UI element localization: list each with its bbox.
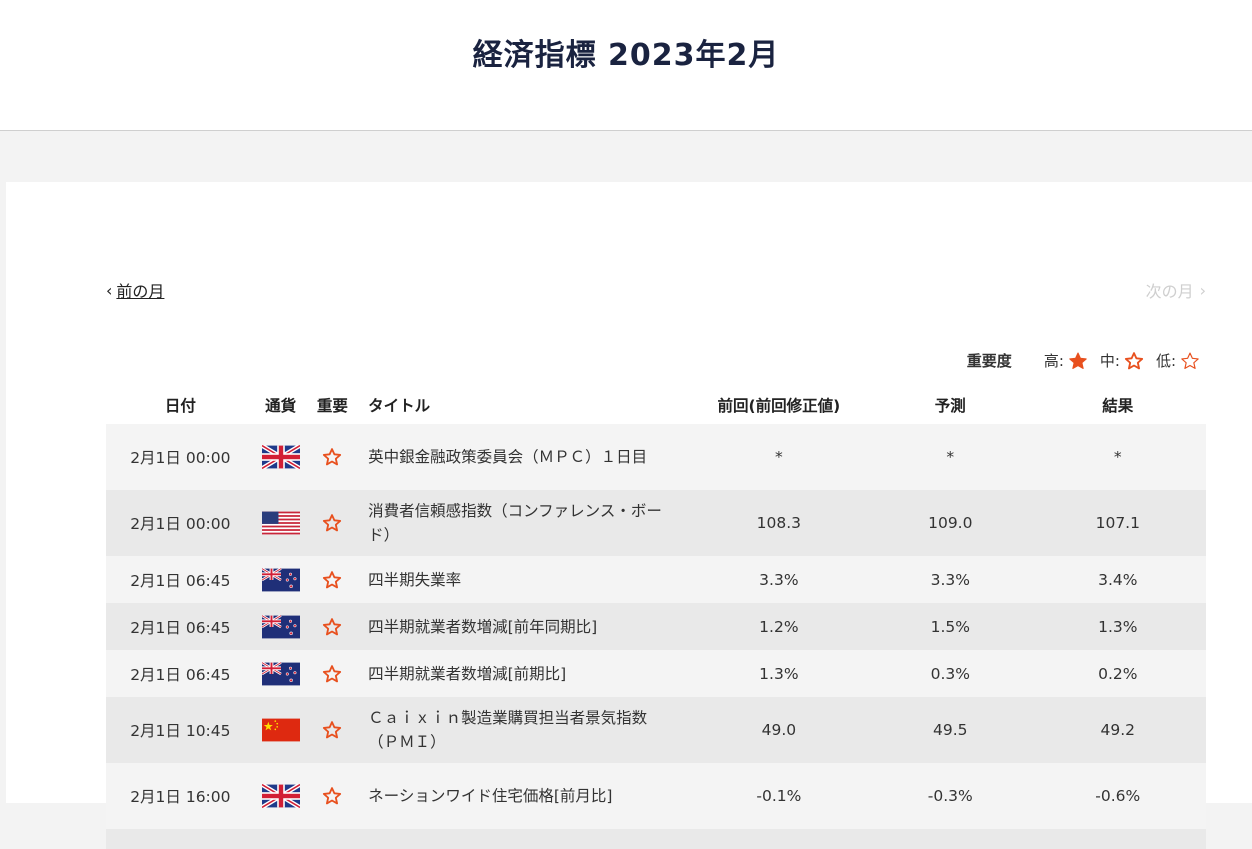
header-result: 結果 bbox=[1102, 397, 1134, 415]
row-date: 2月1日 16:00 bbox=[130, 788, 231, 806]
row-date: 2月1日 00:00 bbox=[130, 449, 231, 467]
row-forecast: * bbox=[946, 448, 955, 466]
table-row: 2月1日 06:45 四半期就業者数増減[前年同期比] 1.2% 1.5% 1.3% bbox=[106, 603, 1206, 650]
row-forecast: 0.3% bbox=[930, 664, 970, 683]
table-row: 2月1日 06:45 四半期失業率 3.3% 3.3% 3.4% bbox=[106, 556, 1206, 603]
economic-indicators-table: 日付 通貨 重要 タイトル 前回(前回修正値) 予測 結果 2月1日 00:00… bbox=[106, 386, 1206, 849]
row-forecast: 49.5 bbox=[933, 721, 968, 739]
importance-star-icon bbox=[307, 556, 359, 603]
row-result: 3.4% bbox=[1098, 570, 1138, 589]
row-result: 49.2 bbox=[1100, 721, 1136, 739]
flag-us-icon bbox=[255, 490, 307, 556]
row-date: 2月1日 06:45 bbox=[130, 618, 231, 637]
row-result: * bbox=[1113, 448, 1122, 466]
row-result: -0.6% bbox=[1095, 787, 1141, 805]
star-half-icon bbox=[1124, 351, 1144, 371]
row-title-text: 四半期就業者数増減[前期比] bbox=[368, 664, 567, 683]
row-filler bbox=[106, 829, 1206, 849]
star-filled-icon bbox=[1068, 351, 1088, 371]
row-previous: * bbox=[774, 448, 783, 466]
importance-star-icon bbox=[307, 490, 359, 556]
page-title: 経済指標 2023年2月 bbox=[472, 38, 780, 73]
month-nav: ‹ 前の月 次の月 › bbox=[106, 278, 1206, 302]
row-title-text: Ｃａｉｘｉｎ製造業購買担当者景気指数（ＰＭＩ） bbox=[368, 709, 648, 751]
table-row-partial bbox=[106, 829, 1206, 849]
row-result: 107.1 bbox=[1095, 514, 1140, 532]
header-previous: 前回(前回修正値) bbox=[717, 397, 841, 415]
gray-band bbox=[0, 131, 1252, 181]
row-result: 1.3% bbox=[1098, 617, 1138, 636]
chevron-left-icon: ‹ bbox=[106, 280, 113, 300]
legend-mid: 中: bbox=[1100, 350, 1144, 371]
row-forecast: 3.3% bbox=[930, 570, 970, 589]
row-title-text: 消費者信頼感指数（コンファレンス・ボード） bbox=[368, 502, 662, 544]
row-date: 2月1日 10:45 bbox=[130, 722, 231, 740]
row-previous: 1.3% bbox=[759, 664, 799, 683]
row-title-text: 英中銀金融政策委員会（ＭＰＣ）１日目 bbox=[368, 448, 648, 466]
importance-star-icon bbox=[307, 763, 359, 829]
row-result: 0.2% bbox=[1098, 664, 1138, 683]
row-date: 2月1日 06:45 bbox=[130, 665, 231, 684]
flag-uk-icon bbox=[255, 763, 307, 829]
legend-mid-label: 中: bbox=[1099, 352, 1120, 370]
importance-legend: 重要度 高: 中: 低: bbox=[967, 350, 1200, 371]
table-header-row: 日付 通貨 重要 タイトル 前回(前回修正値) 予測 結果 bbox=[106, 386, 1206, 424]
row-forecast: 109.0 bbox=[928, 514, 973, 532]
legend-high: 高: bbox=[1044, 350, 1088, 371]
header-title: タイトル bbox=[368, 397, 431, 415]
row-previous: 1.2% bbox=[759, 617, 799, 636]
row-previous: 49.0 bbox=[761, 721, 797, 739]
row-title: 四半期就業者数増減[前年同期比] bbox=[358, 603, 687, 650]
table-row: 2月1日 10:45 Ｃａｉｘｉｎ製造業購買担当者景気指数（ＰＭＩ） 49.0 49.… bbox=[106, 697, 1206, 763]
table-row: 2月1日 00:00 消費者信頼感指数（コンファレンス・ボード） 108.3 109.… bbox=[106, 490, 1206, 556]
legend-title: 重要度 bbox=[966, 352, 1012, 370]
row-title: ネーションワイド住宅価格[前月比] bbox=[358, 763, 687, 829]
flag-nz-icon bbox=[255, 650, 307, 697]
next-month-link: 次の月 › bbox=[1146, 278, 1206, 302]
header-date: 日付 bbox=[164, 397, 196, 415]
row-date: 2月1日 00:00 bbox=[130, 515, 231, 533]
flag-uk-icon bbox=[255, 424, 307, 490]
star-outline-icon bbox=[1180, 351, 1200, 371]
row-title: 四半期失業率 bbox=[358, 556, 687, 603]
importance-star-icon bbox=[307, 697, 359, 763]
legend-low: 低: bbox=[1156, 350, 1200, 371]
importance-star-icon bbox=[307, 603, 359, 650]
prev-month-link[interactable]: ‹ 前の月 bbox=[106, 278, 164, 302]
row-forecast: 1.5% bbox=[930, 617, 970, 636]
row-title: 消費者信頼感指数（コンファレンス・ボード） bbox=[358, 490, 687, 556]
row-previous: -0.1% bbox=[756, 787, 802, 805]
flag-nz-icon bbox=[255, 603, 307, 650]
header-importance: 重要 bbox=[316, 397, 348, 415]
table-row: 2月1日 06:45 四半期就業者数増減[前期比] 1.3% 0.3% 0.2% bbox=[106, 650, 1206, 697]
row-title: 四半期就業者数増減[前期比] bbox=[358, 650, 687, 697]
top-header: 経済指標 2023年2月 bbox=[0, 0, 1252, 131]
importance-star-icon bbox=[307, 424, 359, 490]
header-currency: 通貨 bbox=[265, 397, 297, 415]
row-date: 2月1日 06:45 bbox=[130, 571, 231, 590]
row-title: 英中銀金融政策委員会（ＭＰＣ）１日目 bbox=[358, 424, 687, 490]
table-row: 2月1日 00:00 英中銀金融政策委員会（ＭＰＣ）１日目 * * * bbox=[106, 424, 1206, 490]
row-title-text: 四半期就業者数増減[前年同期比] bbox=[368, 617, 598, 636]
legend-low-label: 低: bbox=[1155, 352, 1176, 370]
prev-month-label: 前の月 bbox=[116, 282, 165, 301]
flag-cn-icon bbox=[255, 697, 307, 763]
row-title: Ｃａｉｘｉｎ製造業購買担当者景気指数（ＰＭＩ） bbox=[358, 697, 687, 763]
header-forecast: 予測 bbox=[934, 397, 966, 415]
next-month-label: 次の月 bbox=[1145, 282, 1194, 301]
chevron-right-icon: › bbox=[1199, 280, 1206, 300]
row-title-text: ネーションワイド住宅価格[前月比] bbox=[368, 787, 613, 805]
table-row: 2月1日 16:00 ネーションワイド住宅価格[前月比] -0.1% -0.3% -0.… bbox=[106, 763, 1206, 829]
importance-star-icon bbox=[307, 650, 359, 697]
legend-high-label: 高: bbox=[1043, 352, 1064, 370]
row-title-text: 四半期失業率 bbox=[368, 570, 462, 589]
row-forecast: -0.3% bbox=[927, 787, 973, 805]
row-previous: 108.3 bbox=[756, 514, 802, 532]
main-content: ‹ 前の月 次の月 › 重要度 高: 中: 低: 日付 通貨 重要 タイトル 前… bbox=[6, 182, 1252, 849]
row-previous: 3.3% bbox=[759, 570, 799, 589]
flag-nz-icon bbox=[255, 556, 307, 603]
